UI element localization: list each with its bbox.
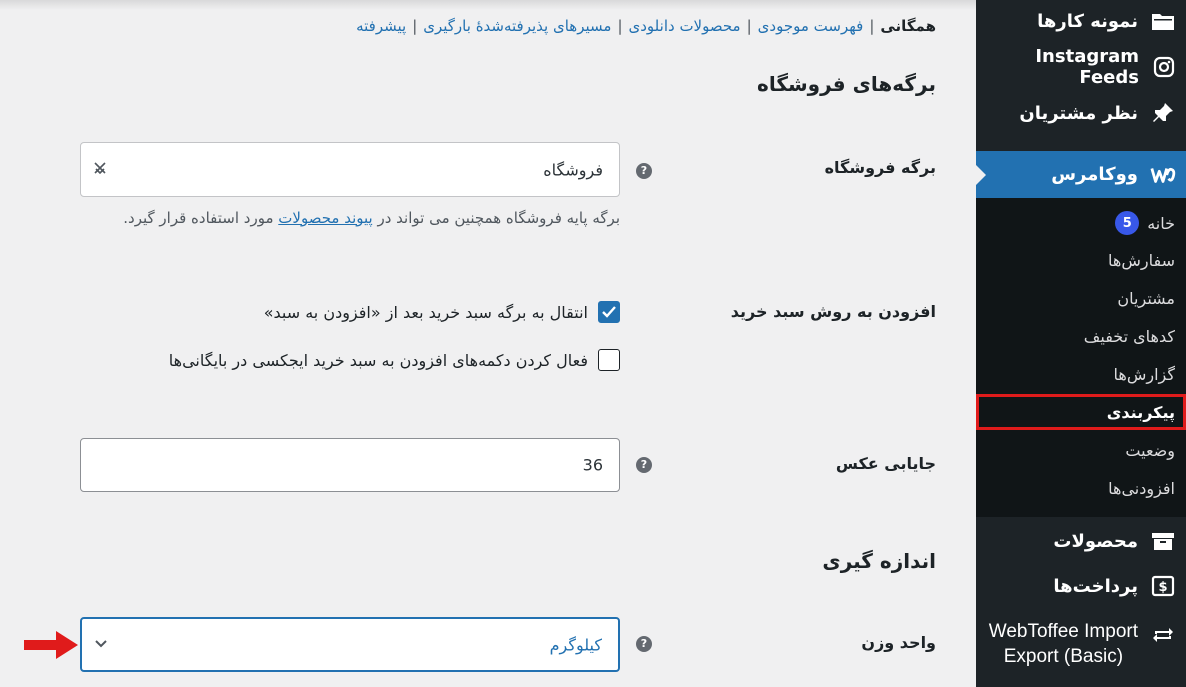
redirect-to-cart-label: انتقال به برگه سبد خرید بعد از «افزودن ب…: [263, 302, 588, 322]
sidebar-item-instagram-feeds[interactable]: Instagram Feeds: [976, 46, 1186, 88]
ajax-add-to-cart-label: فعال کردن دکمه‌های افزودن به سبد خرید ای…: [168, 350, 588, 370]
tab-advanced[interactable]: پیشرفته: [356, 17, 406, 35]
placeholder-image-input[interactable]: 36: [80, 438, 620, 492]
tab-general[interactable]: همگانی: [880, 17, 936, 35]
pin-icon: [1150, 100, 1176, 126]
chevron-down-icon: [94, 637, 108, 653]
sidebar-item-woocommerce[interactable]: ووکامرس: [975, 151, 1186, 198]
ajax-add-to-cart-row: فعال کردن دکمه‌های افزودن به سبد خرید ای…: [169, 349, 620, 371]
submenu-item-orders[interactable]: سفارش‌ها: [976, 242, 1186, 278]
submenu-item-label: سفارش‌ها: [1108, 250, 1175, 270]
archive-icon: [1150, 528, 1176, 554]
checkmark-icon: [602, 306, 616, 318]
placeholder-image-label: جایابی عکس: [835, 454, 936, 473]
tab-separator: |: [869, 17, 875, 35]
svg-text:$: $: [1158, 580, 1167, 595]
submenu-item-customers[interactable]: مشتریان: [976, 280, 1186, 316]
top-shadow: [0, 0, 976, 10]
sidebar-item-label: Instagram Feeds: [1035, 46, 1139, 88]
submenu-item-settings[interactable]: پیکربندی: [976, 394, 1186, 430]
sidebar-item-label: نمونه کارها: [1037, 10, 1138, 32]
desc-text-after: مورد استفاده قرار گیرد.: [123, 209, 274, 227]
help-icon[interactable]: ?: [636, 636, 652, 652]
weight-unit-select[interactable]: کیلوگرم: [80, 617, 620, 672]
redirect-to-cart-checkbox[interactable]: [598, 301, 620, 323]
woocommerce-submenu: خانه 5 سفارش‌ها مشتریان کدهای تخفیف گزار…: [976, 198, 1186, 517]
shop-page-description: برگه پایه فروشگاه همچنین می تواند در پیو…: [123, 209, 620, 227]
submenu-item-label: پیکربندی: [1106, 402, 1175, 422]
sidebar-item-label-line2: Export (Basic): [1003, 646, 1124, 667]
tab-separator: |: [746, 17, 752, 35]
redirect-to-cart-row: انتقال به برگه سبد خرید بعد از «افزودن ب…: [264, 301, 620, 323]
red-arrow-annotation-icon: [24, 631, 78, 659]
submenu-item-label: خانه: [1147, 213, 1175, 233]
woocommerce-icon: [1150, 162, 1176, 188]
sidebar-item-payments[interactable]: $ پرداخت‌ها: [976, 567, 1186, 605]
tab-separator: |: [617, 17, 623, 35]
submenu-item-reports[interactable]: گزارش‌ها: [976, 356, 1186, 392]
sidebar-item-portfolio[interactable]: نمونه کارها: [976, 2, 1186, 40]
sidebar-item-products[interactable]: محصولات: [976, 522, 1186, 560]
shop-page-label: برگه فروشگاه: [824, 158, 936, 177]
submenu-item-home[interactable]: خانه 5: [976, 205, 1186, 241]
submenu-item-label: افزودنی‌ها: [1108, 478, 1175, 498]
submenu-item-label: مشتریان: [1117, 288, 1175, 308]
tab-separator: |: [412, 17, 418, 35]
tab-downloadable-products[interactable]: محصولات دانلودی: [629, 17, 741, 35]
submenu-item-label: گزارش‌ها: [1113, 364, 1175, 384]
sidebar-item-testimonials[interactable]: نظر مشتریان: [976, 94, 1186, 132]
add-to-cart-behaviour-label: افزودن به روش سبد خرید: [730, 302, 936, 321]
measurements-heading: اندازه گیری: [822, 549, 936, 573]
placeholder-image-value: 36: [582, 455, 603, 475]
weight-unit-value: کیلوگرم: [549, 635, 602, 654]
shop-page-select[interactable]: فروشگاه: [80, 142, 620, 197]
help-icon[interactable]: ?: [636, 163, 652, 179]
sidebar-item-label: نظر مشتریان: [1019, 102, 1138, 124]
tab-inventory[interactable]: فهرست موجودی: [758, 17, 864, 35]
tab-approved-download-directories[interactable]: مسیرهای پذیرفته‌شدهٔ بارگیری: [423, 17, 611, 35]
sidebar-item-label: محصولات: [1053, 530, 1138, 552]
settings-subtabs: همگانی | فهرست موجودی | محصولات دانلودی | مسیر…: [356, 17, 936, 35]
update-count-badge: 5: [1115, 211, 1140, 235]
submenu-item-extensions[interactable]: افزودنی‌ها: [976, 470, 1186, 506]
clear-chevron-icon[interactable]: [93, 160, 107, 180]
shop-pages-heading: برگه‌های فروشگاه: [757, 72, 936, 96]
instagram-icon: [1151, 54, 1176, 80]
submenu-item-label: وضعیت: [1125, 440, 1175, 460]
folder-icon: [1150, 8, 1176, 34]
submenu-item-label: کدهای تخفیف: [1083, 326, 1175, 346]
sidebar-item-label: WebToffee Import Export (Basic): [989, 619, 1138, 669]
shop-page-value: فروشگاه: [543, 160, 603, 179]
product-permalinks-link[interactable]: پیوند محصولات: [278, 209, 372, 227]
sync-icon: [1150, 622, 1176, 648]
ajax-add-to-cart-checkbox[interactable]: [598, 349, 620, 371]
sidebar-item-label-line1: WebToffee Import: [988, 621, 1138, 642]
help-icon[interactable]: ?: [636, 457, 652, 473]
sidebar-item-label: پرداخت‌ها: [1053, 575, 1138, 597]
settings-main: همگانی | فهرست موجودی | محصولات دانلودی | مسیر…: [0, 0, 976, 687]
sidebar-item-webtoffee-import-export[interactable]: WebToffee Import Export (Basic): [976, 618, 1186, 670]
weight-unit-label: واحد وزن: [861, 633, 936, 652]
desc-text-before: برگه پایه فروشگاه همچنین می تواند در: [377, 209, 620, 227]
submenu-item-status[interactable]: وضعیت: [976, 432, 1186, 468]
admin-sidebar: نمونه کارها Instagram Feeds نظر مشتریان …: [975, 0, 1186, 687]
dollar-icon: $: [1150, 573, 1176, 599]
submenu-item-coupons[interactable]: کدهای تخفیف: [976, 318, 1186, 354]
sidebar-item-label: ووکامرس: [1051, 164, 1138, 185]
